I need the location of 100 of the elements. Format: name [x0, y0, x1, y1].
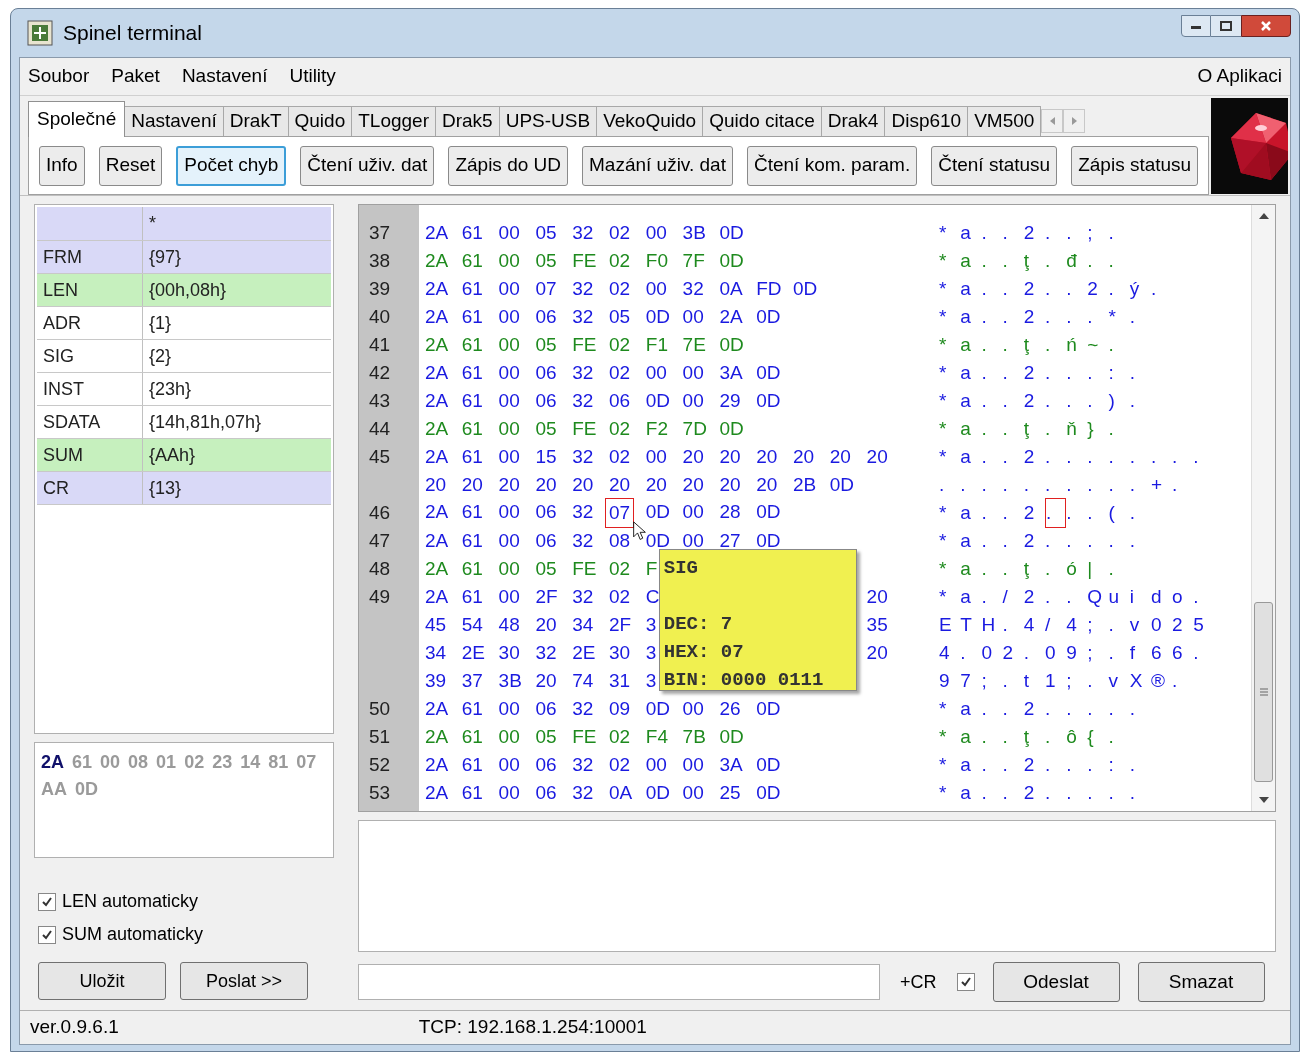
- hex-byte[interactable]: 0D: [645, 694, 671, 724]
- menu-item[interactable]: O Aplikaci: [1197, 62, 1282, 91]
- tab[interactable]: Drak5: [435, 106, 500, 136]
- hex-byte[interactable]: 3: [645, 666, 657, 696]
- hex-byte[interactable]: 0D: [756, 750, 781, 780]
- table-row[interactable]: INST {23h}: [37, 373, 331, 406]
- hex-byte[interactable]: 2A: [425, 218, 449, 248]
- button[interactable]: Odeslat: [992, 962, 1120, 1002]
- hex-byte[interactable]: 34: [572, 610, 594, 640]
- hex-byte[interactable]: 61: [461, 582, 483, 612]
- hex-byte[interactable]: 02: [609, 750, 631, 780]
- hex-byte[interactable]: 20: [461, 470, 483, 500]
- hex-byte[interactable]: 06: [535, 694, 557, 724]
- hex-byte[interactable]: 45: [425, 610, 447, 640]
- hex-byte[interactable]: 00: [682, 750, 704, 780]
- hex-byte[interactable]: 02: [609, 442, 631, 472]
- hex-byte[interactable]: 02: [609, 330, 631, 360]
- hex-byte[interactable]: 0D: [756, 497, 781, 529]
- hex-byte[interactable]: 2E: [572, 638, 596, 668]
- hex-byte[interactable]: 02: [609, 582, 631, 612]
- hex-byte[interactable]: 00: [498, 274, 520, 304]
- hex-byte[interactable]: 00: [498, 497, 520, 529]
- menu-item[interactable]: Soubor: [28, 62, 90, 91]
- hex-byte[interactable]: 20: [645, 470, 667, 500]
- hex-byte[interactable]: 20: [719, 442, 741, 472]
- hex-byte[interactable]: 20: [535, 610, 557, 640]
- hex-byte[interactable]: 20: [866, 582, 888, 612]
- hex-byte[interactable]: 00: [498, 750, 520, 780]
- menu-item[interactable]: Nastavení: [181, 62, 268, 91]
- hex-byte[interactable]: 06: [535, 302, 557, 332]
- hex-byte[interactable]: 61: [461, 414, 483, 444]
- hex-byte[interactable]: 00: [498, 554, 520, 584]
- hex-byte[interactable]: 0D: [719, 246, 744, 276]
- hex-byte[interactable]: 20: [535, 470, 557, 500]
- hex-byte[interactable]: 48: [498, 610, 520, 640]
- hex-byte[interactable]: 00: [682, 694, 704, 724]
- hex-byte[interactable]: 0D: [719, 330, 744, 360]
- hex-byte[interactable]: 2A: [425, 750, 449, 780]
- hex-byte[interactable]: 61: [461, 330, 483, 360]
- hex-byte[interactable]: 61: [461, 358, 483, 388]
- hex-byte[interactable]: 61: [461, 218, 483, 248]
- hex-byte[interactable]: 00: [645, 358, 667, 388]
- toolbar-button[interactable]: Čtení statusu: [931, 145, 1058, 186]
- hex-byte[interactable]: 0D: [645, 302, 671, 332]
- hex-byte[interactable]: 06: [609, 386, 631, 416]
- hex-byte[interactable]: FE: [572, 722, 597, 752]
- hex-byte[interactable]: 61: [461, 750, 483, 780]
- hex-byte[interactable]: 7E: [682, 330, 706, 360]
- hex-byte[interactable]: 05: [535, 330, 557, 360]
- hex-byte[interactable]: 61: [461, 274, 483, 304]
- hex-byte[interactable]: 06: [535, 386, 557, 416]
- hex-byte[interactable]: 09: [609, 694, 631, 724]
- toolbar-button[interactable]: Info: [39, 145, 85, 186]
- hex-byte[interactable]: 00: [498, 330, 520, 360]
- hex-byte[interactable]: F1: [645, 330, 668, 360]
- hex-byte[interactable]: 0D: [756, 358, 781, 388]
- hex-byte[interactable]: 07: [605, 497, 635, 529]
- hex-byte[interactable]: 0D: [645, 386, 671, 416]
- hex-byte[interactable]: 0D: [719, 218, 744, 248]
- hex-byte[interactable]: 20: [756, 442, 778, 472]
- hex-byte[interactable]: 20: [756, 470, 778, 500]
- hex-byte[interactable]: 20: [829, 442, 851, 472]
- hex-byte[interactable]: 61: [461, 554, 483, 584]
- toolbar-button[interactable]: Mazání uživ. dat: [582, 145, 733, 186]
- hex-byte[interactable]: 32: [572, 358, 594, 388]
- toolbar-button[interactable]: Čtení uživ. dat: [300, 145, 435, 186]
- hex-byte[interactable]: 32: [572, 218, 594, 248]
- hex-byte[interactable]: 61: [461, 386, 483, 416]
- hex-byte[interactable]: 05: [535, 414, 557, 444]
- hex-byte[interactable]: 05: [535, 722, 557, 752]
- hex-byte[interactable]: 32: [572, 497, 594, 529]
- hex-byte[interactable]: 2A: [425, 778, 449, 808]
- hex-byte[interactable]: 2A: [425, 302, 449, 332]
- hex-byte[interactable]: 00: [498, 358, 520, 388]
- hex-byte[interactable]: 2F: [609, 610, 632, 640]
- hex-byte[interactable]: 00: [498, 218, 520, 248]
- hex-byte[interactable]: 32: [572, 302, 594, 332]
- hex-byte[interactable]: 02: [609, 554, 631, 584]
- hex-byte[interactable]: 00: [682, 358, 704, 388]
- hex-byte[interactable]: 61: [461, 442, 483, 472]
- hex-byte[interactable]: F4: [645, 722, 668, 752]
- hex-byte[interactable]: 2A: [425, 554, 449, 584]
- hex-byte[interactable]: 20: [866, 638, 888, 668]
- hex-byte[interactable]: 00: [498, 414, 520, 444]
- hex-byte[interactable]: 31: [609, 666, 631, 696]
- hex-byte[interactable]: 2A: [425, 526, 449, 556]
- checkbox[interactable]: [38, 892, 56, 911]
- hex-byte[interactable]: 06: [535, 750, 557, 780]
- hex-byte[interactable]: 02: [609, 414, 631, 444]
- table-row[interactable]: FRM {97}: [37, 241, 331, 274]
- hex-byte[interactable]: 2A: [425, 694, 449, 724]
- scrollbar-thumb[interactable]: [1254, 602, 1273, 782]
- hex-byte[interactable]: 20: [609, 470, 631, 500]
- table-row[interactable]: SIG {2}: [37, 340, 331, 373]
- hex-byte[interactable]: 32: [572, 386, 594, 416]
- hex-byte[interactable]: 20: [498, 470, 520, 500]
- hex-byte[interactable]: 00: [498, 722, 520, 752]
- tab[interactable]: Drak4: [820, 106, 886, 136]
- hex-byte[interactable]: 20: [425, 470, 447, 500]
- hex-byte[interactable]: 39: [425, 666, 447, 696]
